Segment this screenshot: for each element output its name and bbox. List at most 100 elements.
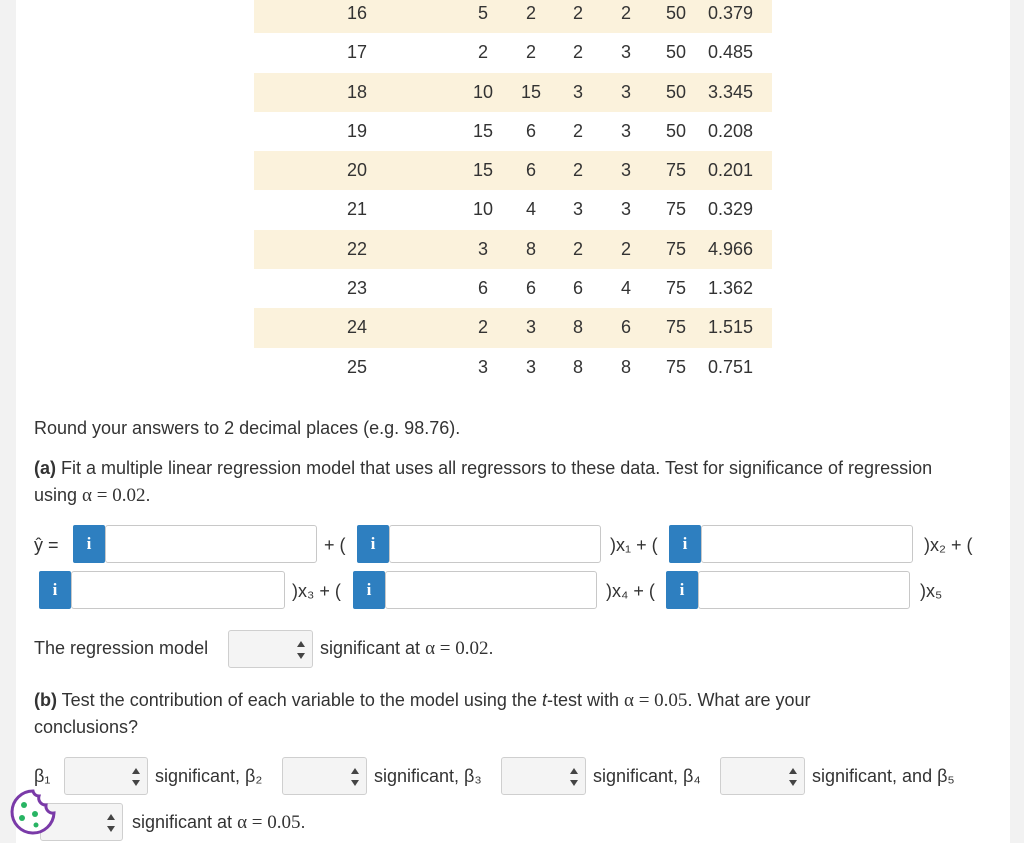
beta1-significance-select[interactable] — [64, 757, 148, 795]
table-cell-x5: 75 — [665, 238, 687, 259]
significant-at-label: significant at — [132, 812, 238, 832]
table-cell-x4: 3 — [620, 81, 631, 102]
table-row: 20 15 6 2 3 75 0.201 — [254, 151, 772, 191]
table-cell-x5: 75 — [665, 160, 687, 181]
table-cell-x3: 2 — [572, 160, 583, 181]
table-cell-x1: 2 — [477, 317, 488, 338]
part-b-test-with: -test with — [546, 690, 625, 710]
table-cell-x1: 15 — [472, 160, 494, 181]
beta2-label: significant, β₂ — [155, 766, 263, 786]
table-row: 25 3 3 8 8 75 0.751 — [254, 348, 772, 387]
table-cell-x1: 2 — [477, 42, 488, 63]
select-arrows-icon — [107, 814, 115, 832]
table-cell-x5: 75 — [665, 317, 687, 338]
info-icon[interactable]: i — [73, 525, 105, 563]
part-b-question: Test the contribution of each variable t… — [56, 690, 542, 710]
table-cell-x5: 50 — [665, 120, 687, 141]
info-icon[interactable]: i — [39, 571, 71, 609]
table-cell-x5: 50 — [665, 42, 687, 63]
table-cell-x5: 50 — [665, 3, 687, 23]
table-cell-x3: 3 — [572, 81, 583, 102]
table-cell-obs: 17 — [346, 42, 368, 63]
part-a-using: using — [34, 485, 83, 505]
beta2-significance-select[interactable] — [282, 757, 367, 795]
regression-significant-text: significant at α = 0.02. — [320, 638, 494, 660]
beta2-input[interactable] — [701, 525, 913, 563]
table-cell-y: 0.751 — [708, 356, 754, 377]
table-cell-x1: 5 — [477, 3, 488, 23]
table-cell-obs: 21 — [346, 199, 368, 220]
beta3-label: significant, β₃ — [374, 766, 482, 786]
part-a-text-line1: (a) Fit a multiple linear regression mod… — [34, 458, 932, 479]
table-cell-y: 0.329 — [708, 199, 754, 220]
info-icon[interactable]: i — [353, 571, 385, 609]
select-arrows-icon — [351, 768, 359, 786]
table-cell-x1: 10 — [472, 81, 494, 102]
period: . — [300, 812, 306, 832]
cookie-icon[interactable] — [8, 787, 58, 837]
final-significant-text: significant at α = 0.05. — [132, 812, 306, 834]
part-a-question: Fit a multiple linear regression model t… — [56, 458, 933, 478]
part-a-alpha: α = 0.02 — [82, 485, 146, 506]
beta3-significance-select[interactable] — [501, 757, 586, 795]
beta1-input[interactable] — [389, 525, 601, 563]
table-cell-x2: 6 — [525, 160, 536, 181]
table-cell-x4: 4 — [620, 278, 631, 299]
beta4-significance-select[interactable] — [720, 757, 805, 795]
table-cell-obs: 18 — [346, 81, 368, 102]
table-cell-y: 1.515 — [708, 317, 754, 338]
significant-at-label: significant at — [320, 638, 426, 658]
beta5-input[interactable] — [698, 571, 910, 609]
x3-term-label: )x₃ + ( — [292, 581, 341, 601]
table-cell-x2: 3 — [525, 317, 536, 338]
final-alpha: α = 0.05 — [237, 812, 301, 833]
info-icon[interactable]: i — [669, 525, 701, 563]
period: . — [488, 638, 494, 658]
table-cell-x1: 15 — [472, 120, 494, 141]
x4-term-label: )x₄ + ( — [606, 581, 655, 601]
table-cell-x2: 6 — [525, 120, 536, 141]
table-row: 18 10 15 3 3 50 3.345 — [254, 72, 772, 112]
table-cell-y: 0.208 — [708, 120, 754, 141]
table-row: 17 2 2 2 3 50 0.485 — [254, 33, 772, 72]
part-a-text-line2: using α = 0.02. — [34, 485, 150, 507]
table-cell-x3: 2 — [572, 120, 583, 141]
table-cell-obs: 20 — [346, 160, 368, 181]
regression-model-label: The regression model — [34, 638, 209, 658]
beta4-label: significant, β₄ — [593, 766, 701, 786]
part-b-text-line2: conclusions? — [34, 717, 139, 737]
table-cell-x3: 3 — [572, 199, 583, 220]
plus-paren-label: + ( — [324, 535, 346, 555]
part-a-label: (a) — [34, 458, 56, 478]
table-cell-y: 0.379 — [708, 3, 754, 23]
table-cell-obs: 16 — [346, 3, 368, 23]
info-icon[interactable]: i — [357, 525, 389, 563]
table-cell-x1: 10 — [472, 199, 494, 220]
beta3-input[interactable] — [71, 571, 285, 609]
info-icon[interactable]: i — [666, 571, 698, 609]
table-cell-x3: 8 — [572, 356, 583, 377]
table-cell-x4: 2 — [620, 238, 631, 259]
intercept-input[interactable] — [105, 525, 317, 563]
table-cell-obs: 22 — [346, 238, 368, 259]
table-cell-obs: 25 — [346, 356, 368, 377]
table-cell-x4: 8 — [620, 356, 631, 377]
part-b-alpha: α = 0.05 — [624, 690, 688, 711]
part-a-period: . — [145, 485, 151, 505]
table-row: 21 10 4 3 3 75 0.329 — [254, 190, 772, 229]
table-cell-x4: 6 — [620, 317, 631, 338]
select-arrows-icon — [132, 768, 140, 786]
table-cell-x5: 75 — [665, 278, 687, 299]
table-cell-x5: 75 — [665, 356, 687, 377]
select-arrows-icon — [789, 768, 797, 786]
table-cell-x5: 50 — [665, 81, 687, 102]
table-cell-x3: 6 — [572, 278, 583, 299]
table-row: 19 15 6 2 3 50 0.208 — [254, 112, 772, 151]
table-cell-x5: 75 — [665, 199, 687, 220]
part-b-text-line1: (b) Test the contribution of each variab… — [34, 690, 810, 712]
regression-significance-select[interactable] — [228, 630, 313, 668]
table-cell-y: 1.362 — [708, 278, 754, 299]
data-table: 16 5 2 2 2 50 0.379 17 2 2 2 3 50 0.485 18 10 15 3 3 50 3.34… — [254, 0, 772, 387]
table-cell-y: 0.485 — [708, 42, 754, 63]
beta4-input[interactable] — [385, 571, 597, 609]
